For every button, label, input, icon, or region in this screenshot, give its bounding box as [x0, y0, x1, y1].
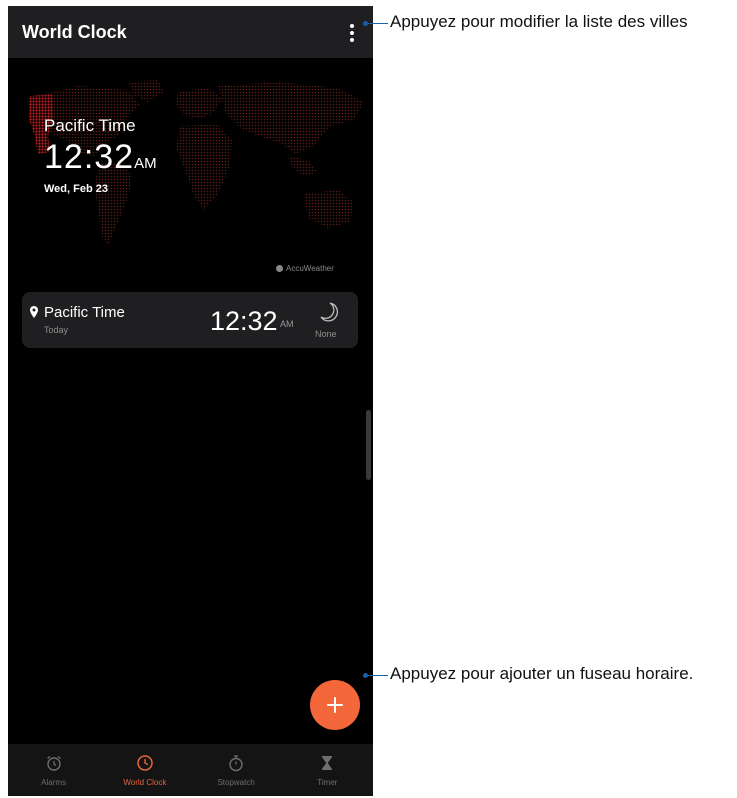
scroll-handle[interactable]: [366, 410, 371, 480]
nav-label: Alarms: [41, 778, 67, 787]
callout-add-line: [366, 675, 388, 676]
card-city: Pacific Time: [44, 304, 125, 321]
stopwatch-icon: [229, 755, 243, 772]
accuweather-label: AccuWeather: [286, 264, 334, 273]
nav-label: Stopwatch: [217, 778, 255, 787]
callout-menu-line: [366, 23, 388, 24]
page-title: World Clock: [22, 21, 127, 42]
phone-screen: World Clock Pacific Time 12:32AM Wed, Fe…: [8, 6, 373, 796]
plus-icon: [327, 697, 343, 713]
alarm-icon: [46, 755, 61, 771]
more-options-button[interactable]: [342, 20, 362, 46]
map-zone-date: Wed, Feb 23: [44, 183, 108, 195]
card-time: 12:32: [210, 306, 278, 336]
nav-item-alarms[interactable]: Alarms: [8, 744, 99, 796]
nav-item-timer[interactable]: Timer: [282, 744, 373, 796]
map-zone-time: 12:32AM: [44, 138, 157, 177]
location-pin-icon: [30, 306, 38, 318]
accuweather-attribution: AccuWeather: [276, 264, 334, 273]
map-zone-time-digits: 12:32: [44, 138, 135, 176]
card-weather: None: [315, 329, 337, 339]
accuweather-logo-icon: [276, 265, 283, 272]
bottom-navigation: Alarms World Clock Stopwatch Timer: [8, 744, 373, 796]
card-day: Today: [44, 325, 69, 335]
nav-item-stopwatch[interactable]: Stopwatch: [191, 744, 282, 796]
nav-label: Timer: [317, 778, 338, 787]
callout-add-text: Appuyez pour ajouter un fuseau horaire.: [390, 664, 694, 683]
world-clock-card[interactable]: Pacific Time Today 12:32 AM None: [22, 292, 358, 348]
clock-icon: [137, 755, 153, 771]
map-zone-ampm: AM: [134, 155, 157, 172]
callout-menu-text: Appuyez pour modifier la liste des ville…: [390, 12, 688, 31]
nav-label: World Clock: [123, 778, 167, 787]
more-dot: [350, 31, 354, 35]
more-dot: [350, 38, 354, 42]
moon-icon: [320, 302, 338, 322]
more-dot: [350, 24, 354, 28]
card-ampm: AM: [280, 319, 294, 329]
map-zone-city: Pacific Time: [44, 116, 136, 135]
nav-item-world-clock[interactable]: World Clock: [99, 744, 190, 796]
add-time-zone-button[interactable]: [310, 680, 360, 730]
hourglass-icon: [322, 756, 333, 770]
app-bar: World Clock: [8, 6, 373, 58]
